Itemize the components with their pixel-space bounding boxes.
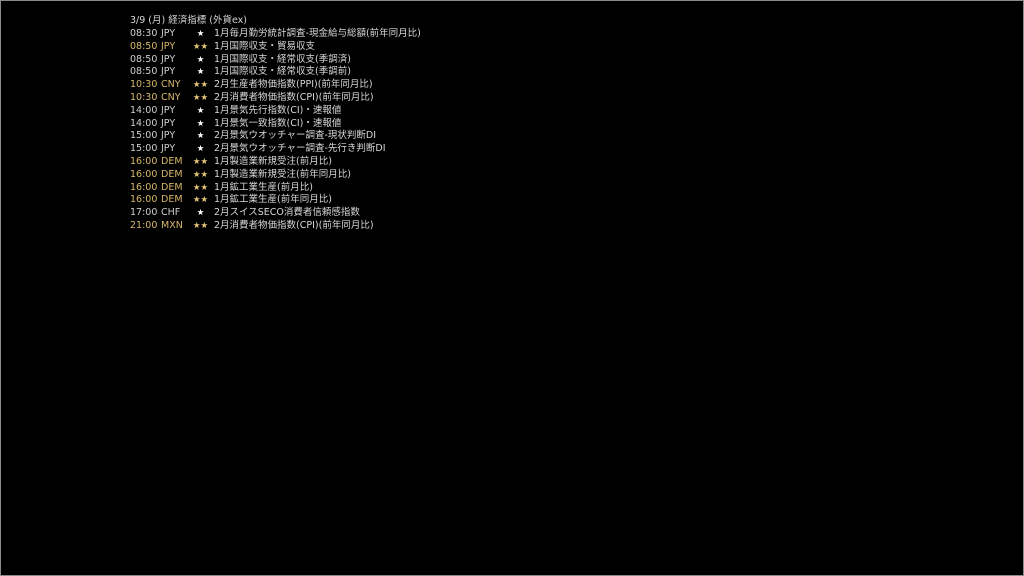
event-time: 08:50 <box>130 53 158 65</box>
event-name: 1月製造業新規受注(前月比) <box>214 155 332 167</box>
event-name: 1月国際収支・経常収支(季調済) <box>214 53 351 65</box>
event-row: 16:00 DEM ★★ 1月製造業新規受注(前年同月比) <box>130 169 421 182</box>
event-row: 16:00 DEM ★★ 1月鉱工業生産(前年同月比) <box>130 194 421 207</box>
event-name: 1月景気先行指数(CI)・速報値 <box>214 104 342 116</box>
importance-star-icon: ★ <box>196 29 205 39</box>
event-name: 1月国際収支・貿易収支 <box>214 40 316 52</box>
importance-star-icon: ★★ <box>192 92 209 103</box>
event-time: 15:00 <box>130 143 158 155</box>
event-row: 14:00 JPY ★ 1月景気一致指数(CI)・速報値 <box>130 118 421 131</box>
event-currency: JPY <box>161 53 176 65</box>
event-row: 08:50 JPY ★★ 1月国際収支・貿易収支 <box>130 41 421 54</box>
importance-star-icon: ★ <box>196 118 205 129</box>
event-row: 08:50 JPY ★ 1月国際収支・経常収支(季調済) <box>130 54 421 67</box>
event-name: 1月製造業新規受注(前年同月比) <box>214 168 351 180</box>
event-time: 08:50 <box>130 66 158 78</box>
event-currency: JPY <box>161 40 176 52</box>
event-row: 17:00 CHF ★ 2月スイスSECO消費者信頼感指数 <box>130 207 421 220</box>
event-currency: DEM <box>161 194 183 206</box>
event-row: 16:00 DEM ★★ 1月製造業新規受注(前月比) <box>130 156 421 169</box>
event-time: 10:30 <box>130 91 158 103</box>
event-row: 10:30 CNY ★★ 2月消費者物価指数(CPI)(前年同月比) <box>130 92 421 105</box>
event-currency: DEM <box>161 155 183 167</box>
event-currency: DEM <box>161 168 183 180</box>
event-row: 08:30 JPY ★ 1月毎月勤労統計調査-現金給与総額(前年同月比) <box>130 28 421 41</box>
calendar-header: 3/9 (月) 経済指標 (外貨ex) <box>130 15 247 26</box>
event-name: 2月生産者物価指数(PPI)(前年同月比) <box>214 79 373 91</box>
importance-star-icon: ★ <box>196 54 205 65</box>
event-time: 15:00 <box>130 130 158 142</box>
event-row: 15:00 JPY ★ 2月景気ウオッチャー調査-先行き判断DI <box>130 143 421 156</box>
importance-star-icon: ★ <box>196 208 205 219</box>
event-name: 2月景気ウオッチャー調査-先行き判断DI <box>214 143 386 155</box>
economic-calendar-panel: 3/9 (月) 経済指標 (外貨ex) 08:30 JPY ★ 1月毎月勤労統計調査-… <box>130 15 421 233</box>
importance-star-icon: ★ <box>196 105 205 116</box>
importance-star-icon: ★★ <box>192 195 209 206</box>
event-currency: MXN <box>161 219 183 231</box>
importance-star-icon: ★★ <box>192 182 209 193</box>
importance-star-icon: ★ <box>196 67 205 78</box>
importance-star-icon: ★ <box>196 144 205 155</box>
event-currency: JPY <box>161 130 176 142</box>
event-time: 21:00 <box>130 219 158 231</box>
event-name: 2月消費者物価指数(CPI)(前年同月比) <box>214 219 374 231</box>
event-currency: JPY <box>161 28 176 39</box>
window-frame: 3/9 (月) 経済指標 (外貨ex) 08:30 JPY ★ 1月毎月勤労統計調査-… <box>0 0 1024 576</box>
event-currency: DEM <box>161 181 183 193</box>
event-list: 08:30 JPY ★ 1月毎月勤労統計調査-現金給与総額(前年同月比) 08:50 JP… <box>130 28 421 233</box>
importance-star-icon: ★★ <box>192 80 209 91</box>
importance-star-icon: ★★ <box>192 41 209 52</box>
event-time: 14:00 <box>130 104 158 116</box>
importance-star-icon: ★★ <box>192 169 209 180</box>
event-currency: JPY <box>161 117 176 129</box>
event-name: 2月消費者物価指数(CPI)(前年同月比) <box>214 91 374 103</box>
event-time: 14:00 <box>130 117 158 129</box>
event-currency: JPY <box>161 143 176 155</box>
event-time: 16:00 <box>130 168 158 180</box>
event-name: 1月鉱工業生産(前月比) <box>214 181 313 193</box>
event-currency: CNY <box>161 91 181 103</box>
event-row: 16:00 DEM ★★ 1月鉱工業生産(前月比) <box>130 182 421 195</box>
event-time: 17:00 <box>130 207 158 219</box>
event-name: 1月国際収支・経常収支(季調前) <box>214 66 351 78</box>
event-row: 15:00 JPY ★ 2月景気ウオッチャー調査-現状判断DI <box>130 130 421 143</box>
event-currency: JPY <box>161 66 176 78</box>
event-currency: JPY <box>161 104 176 116</box>
event-time: 16:00 <box>130 155 158 167</box>
event-name: 1月鉱工業生産(前年同月比) <box>214 194 332 206</box>
importance-star-icon: ★★ <box>192 220 209 231</box>
event-time: 10:30 <box>130 79 158 91</box>
event-row: 08:50 JPY ★ 1月国際収支・経常収支(季調前) <box>130 66 421 79</box>
event-time: 08:30 <box>130 28 158 39</box>
event-name: 1月景気一致指数(CI)・速報値 <box>214 117 342 129</box>
event-time: 16:00 <box>130 181 158 193</box>
event-name: 1月毎月勤労統計調査-現金給与総額(前年同月比) <box>214 28 421 39</box>
importance-star-icon: ★★ <box>192 156 209 167</box>
event-name: 2月景気ウオッチャー調査-現状判断DI <box>214 130 376 142</box>
event-row: 21:00 MXN ★★ 2月消費者物価指数(CPI)(前年同月比) <box>130 220 421 233</box>
importance-star-icon: ★ <box>196 131 205 142</box>
event-row: 14:00 JPY ★ 1月景気先行指数(CI)・速報値 <box>130 105 421 118</box>
event-time: 16:00 <box>130 194 158 206</box>
event-name: 2月スイスSECO消費者信頼感指数 <box>214 207 360 219</box>
event-row: 10:30 CNY ★★ 2月生産者物価指数(PPI)(前年同月比) <box>130 79 421 92</box>
event-time: 08:50 <box>130 40 158 52</box>
event-currency: CHF <box>161 207 181 219</box>
event-currency: CNY <box>161 79 181 91</box>
